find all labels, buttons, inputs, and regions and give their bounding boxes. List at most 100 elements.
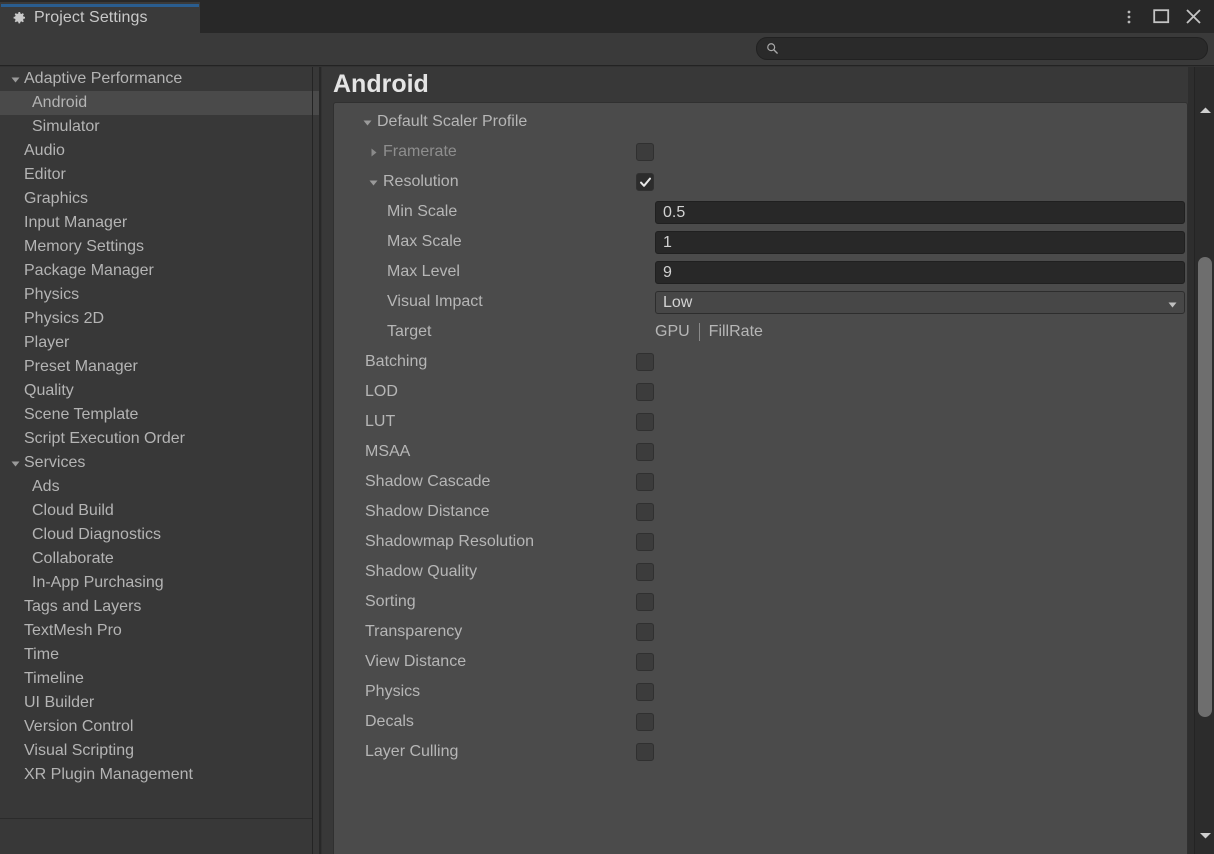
title-bar: Project Settings	[0, 0, 1214, 33]
inspector-content: Default Scaler Profile Framerate	[334, 103, 1187, 854]
sidebar-item-textmesh-pro[interactable]: TextMesh Pro	[0, 619, 320, 643]
sidebar-item-preset-manager[interactable]: Preset Manager	[0, 355, 320, 379]
sidebar-item-label: Timeline	[24, 671, 84, 688]
scroll-up-icon[interactable]	[1195, 101, 1214, 119]
foldout-resolution[interactable]: Resolution	[334, 167, 1187, 197]
batching-checkbox[interactable]	[636, 353, 654, 371]
sorting-toggle-col	[636, 587, 654, 617]
sidebar-item-version-control[interactable]: Version Control	[0, 715, 320, 739]
sidebar-item-cloud-diagnostics[interactable]: Cloud Diagnostics	[0, 523, 320, 547]
sidebar-item-label: Graphics	[24, 191, 88, 208]
sidebar-item-android[interactable]: Android	[0, 91, 320, 115]
sidebar-item-label: Cloud Diagnostics	[32, 527, 161, 544]
search-box[interactable]	[756, 37, 1208, 60]
row-shadow-cascade: Shadow Cascade	[334, 467, 1187, 497]
msaa-checkbox[interactable]	[636, 443, 654, 461]
foldout-framerate[interactable]: Framerate	[334, 137, 1187, 167]
triangle-right-icon[interactable]	[365, 144, 381, 160]
scrollbar-thumb[interactable]	[1198, 257, 1212, 717]
sidebar-item-physics[interactable]: Physics	[0, 283, 320, 307]
decals-toggle-col	[636, 707, 654, 737]
foldout-default-scaler-profile[interactable]: Default Scaler Profile	[334, 107, 1187, 137]
sidebar-item-collaborate[interactable]: Collaborate	[0, 547, 320, 571]
row-lut: LUT	[334, 407, 1187, 437]
sidebar-item-player[interactable]: Player	[0, 331, 320, 355]
sidebar-item-adaptive-performance[interactable]: Adaptive Performance	[0, 67, 320, 91]
scaler-toggle-list: BatchingLODLUTMSAAShadow CascadeShadow D…	[334, 347, 1187, 767]
physics-toggle-col	[636, 677, 654, 707]
framerate-checkbox[interactable]	[636, 143, 654, 161]
sidebar-item-package-manager[interactable]: Package Manager	[0, 259, 320, 283]
decals-checkbox[interactable]	[636, 713, 654, 731]
sidebar-item-ads[interactable]: Ads	[0, 475, 320, 499]
tab-label: Project Settings	[34, 9, 148, 27]
sidebar-item-physics-2d[interactable]: Physics 2D	[0, 307, 320, 331]
tab-project-settings[interactable]: Project Settings	[0, 2, 200, 33]
lod-checkbox[interactable]	[636, 383, 654, 401]
transparency-checkbox[interactable]	[636, 623, 654, 641]
shadow-quality-checkbox[interactable]	[636, 563, 654, 581]
sidebar-item-graphics[interactable]: Graphics	[0, 187, 320, 211]
visual-impact-label: Visual Impact	[387, 294, 483, 310]
shadow-distance-label: Shadow Distance	[365, 504, 490, 520]
transparency-label: Transparency	[365, 624, 462, 640]
scroll-down-icon[interactable]	[1195, 826, 1214, 844]
gear-icon	[11, 10, 27, 26]
row-lod: LOD	[334, 377, 1187, 407]
sidebar-item-services[interactable]: Services	[0, 451, 320, 475]
triangle-down-icon[interactable]	[8, 72, 22, 86]
physics-checkbox[interactable]	[636, 683, 654, 701]
kebab-menu-icon[interactable]	[1114, 2, 1144, 32]
view-distance-checkbox[interactable]	[636, 653, 654, 671]
sidebar-item-xr-plugin-management[interactable]: XR Plugin Management	[0, 763, 320, 787]
layer-culling-checkbox[interactable]	[636, 743, 654, 761]
msaa-label: MSAA	[365, 444, 410, 460]
sidebar-item-script-execution-order[interactable]: Script Execution Order	[0, 427, 320, 451]
max-level-input[interactable]: 9	[655, 261, 1185, 284]
max-scale-input[interactable]: 1	[655, 231, 1185, 254]
sidebar-item-cloud-build[interactable]: Cloud Build	[0, 499, 320, 523]
sidebar-item-ui-builder[interactable]: UI Builder	[0, 691, 320, 715]
shadow-cascade-checkbox[interactable]	[636, 473, 654, 491]
shadowmap-resolution-checkbox[interactable]	[636, 533, 654, 551]
sidebar-item-timeline[interactable]: Timeline	[0, 667, 320, 691]
lod-label: LOD	[365, 384, 398, 400]
triangle-down-icon[interactable]	[359, 114, 375, 130]
window-controls	[1114, 0, 1208, 33]
row-sorting: Sorting	[334, 587, 1187, 617]
resolution-checkbox[interactable]	[636, 173, 654, 191]
shadowmap-resolution-toggle-col	[636, 527, 654, 557]
sidebar-item-label: In-App Purchasing	[32, 575, 164, 592]
sidebar-item-scene-template[interactable]: Scene Template	[0, 403, 320, 427]
sidebar-item-label: Version Control	[24, 719, 133, 736]
sidebar-item-input-manager[interactable]: Input Manager	[0, 211, 320, 235]
sidebar-item-audio[interactable]: Audio	[0, 139, 320, 163]
sidebar-item-time[interactable]: Time	[0, 643, 320, 667]
shadowmap-resolution-label: Shadowmap Resolution	[365, 534, 534, 550]
shadow-distance-checkbox[interactable]	[636, 503, 654, 521]
search-input[interactable]	[779, 42, 1207, 56]
sidebar-item-quality[interactable]: Quality	[0, 379, 320, 403]
sidebar-item-tags-and-layers[interactable]: Tags and Layers	[0, 595, 320, 619]
triangle-down-icon[interactable]	[365, 174, 381, 190]
sidebar-splitter[interactable]	[319, 67, 321, 854]
sidebar-item-memory-settings[interactable]: Memory Settings	[0, 235, 320, 259]
sidebar-item-in-app-purchasing[interactable]: In-App Purchasing	[0, 571, 320, 595]
close-icon[interactable]	[1178, 2, 1208, 32]
visual-impact-dropdown[interactable]: Low	[655, 291, 1185, 314]
settings-sidebar[interactable]: Adaptive PerformanceAndroidSimulatorAudi…	[0, 67, 320, 854]
maximize-icon[interactable]	[1146, 2, 1176, 32]
sidebar-item-editor[interactable]: Editor	[0, 163, 320, 187]
lod-toggle-col	[636, 377, 654, 407]
min-scale-input[interactable]: 0.5	[655, 201, 1185, 224]
row-transparency: Transparency	[334, 617, 1187, 647]
sorting-checkbox[interactable]	[636, 593, 654, 611]
sidebar-item-simulator[interactable]: Simulator	[0, 115, 320, 139]
sidebar-item-visual-scripting[interactable]: Visual Scripting	[0, 739, 320, 763]
vertical-scrollbar[interactable]	[1194, 67, 1214, 854]
sidebar-item-label: Editor	[24, 167, 66, 184]
triangle-down-icon[interactable]	[8, 456, 22, 470]
lut-checkbox[interactable]	[636, 413, 654, 431]
row-view-distance: View Distance	[334, 647, 1187, 677]
decals-label: Decals	[365, 714, 414, 730]
